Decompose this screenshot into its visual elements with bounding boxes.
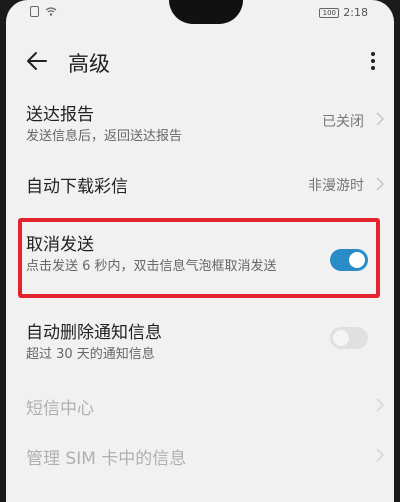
- status-time: 2:18: [343, 6, 368, 19]
- auto-delete-toggle[interactable]: [330, 327, 368, 349]
- auto-download-mms-row[interactable]: 自动下载彩信 非漫游时: [6, 172, 394, 200]
- delivery-report-label: 送达报告: [26, 105, 94, 125]
- chevron-right-icon: [376, 448, 384, 462]
- page-title: 高级: [68, 52, 110, 76]
- toggle-knob: [333, 330, 349, 346]
- cancel-send-label: 取消发送: [26, 235, 94, 255]
- more-options-icon[interactable]: [370, 50, 376, 72]
- auto-delete-description: 超过 30 天的通知信息: [26, 347, 155, 362]
- delivery-report-value: 已关闭: [322, 114, 364, 130]
- chevron-right-icon: [376, 177, 384, 191]
- sms-center-label: 短信中心: [26, 399, 94, 419]
- status-bar: 100 2:18: [6, 6, 394, 24]
- auto-download-mms-value: 非漫游时: [308, 178, 364, 194]
- toggle-knob: [349, 252, 365, 268]
- sms-center-row[interactable]: 短信中心: [6, 394, 394, 419]
- status-left: [30, 6, 57, 17]
- wifi-icon: [45, 7, 57, 16]
- manage-sim-label: 管理 SIM 卡中的信息: [26, 449, 187, 469]
- auto-delete-notifications-row[interactable]: 自动删除通知信息 超过 30 天的通知信息: [6, 318, 394, 366]
- phone-screen: 100 2:18 高级 送达报告 发送信息后，返回送达报告 已关闭 自动下载彩信…: [6, 0, 394, 502]
- chevron-right-icon: [376, 112, 384, 126]
- chevron-right-icon: [376, 398, 384, 412]
- sim-card-icon: [30, 6, 39, 17]
- delivery-report-row[interactable]: 送达报告 发送信息后，返回送达报告 已关闭: [6, 100, 394, 150]
- cancel-send-toggle[interactable]: [330, 249, 368, 271]
- battery-icon: 100: [319, 7, 340, 18]
- manage-sim-row[interactable]: 管理 SIM 卡中的信息: [6, 444, 394, 469]
- cancel-send-row[interactable]: 取消发送 点击发送 6 秒内，双击信息气泡框取消发送: [6, 230, 394, 296]
- cancel-send-description: 点击发送 6 秒内，双击信息气泡框取消发送: [26, 259, 277, 274]
- delivery-report-description: 发送信息后，返回送达报告: [26, 129, 183, 144]
- auto-download-mms-label: 自动下载彩信: [26, 177, 128, 197]
- back-arrow-icon[interactable]: [26, 50, 48, 72]
- status-right: 100 2:18: [319, 6, 368, 19]
- auto-delete-label: 自动删除通知信息: [26, 323, 162, 343]
- app-header: 高级: [6, 44, 394, 80]
